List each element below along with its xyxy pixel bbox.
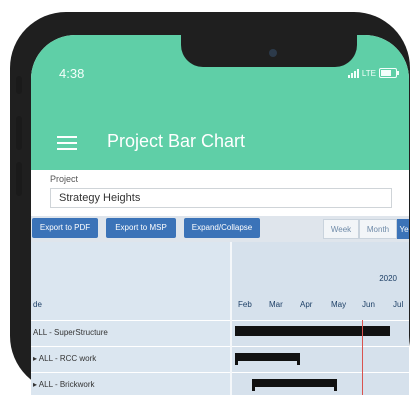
expand-collapse-button[interactable]: Expand/Collapse bbox=[184, 218, 260, 238]
task-row[interactable]: ▸ ALL - Brickwork bbox=[31, 372, 231, 395]
task-label: ▸ ALL - Brickwork bbox=[33, 380, 95, 389]
task-bar[interactable] bbox=[252, 379, 338, 391]
timeline-row bbox=[232, 346, 409, 372]
view-year-button[interactable]: Ye bbox=[397, 219, 409, 239]
task-list-pane: de ALL - SuperStructure ▸ ALL - RCC work… bbox=[31, 242, 231, 395]
gantt-chart: de ALL - SuperStructure ▸ ALL - RCC work… bbox=[31, 242, 409, 395]
export-msp-button[interactable]: Export to MSP bbox=[106, 218, 176, 238]
task-label: ALL - SuperStructure bbox=[33, 328, 108, 337]
month-label: Apr bbox=[300, 300, 313, 309]
status-time: 4:38 bbox=[59, 66, 85, 81]
phone-frame: 4:38 LTE Project Bar Chart Project Strat… bbox=[10, 12, 410, 395]
signal-icon bbox=[347, 68, 359, 78]
mute-switch bbox=[16, 76, 22, 94]
phone-screen: 4:38 LTE Project Bar Chart Project Strat… bbox=[31, 35, 409, 395]
month-label: Feb bbox=[238, 300, 252, 309]
status-indicators: LTE bbox=[347, 68, 399, 78]
camera-icon bbox=[269, 49, 277, 57]
network-type: LTE bbox=[361, 68, 376, 78]
toolbar: Export to PDF Export to MSP Expand/Colla… bbox=[31, 216, 409, 242]
month-label: Jun bbox=[362, 300, 375, 309]
timeline-row bbox=[232, 372, 409, 395]
timeline-year: 2020 bbox=[379, 274, 397, 283]
column-header-name: de bbox=[33, 300, 42, 309]
view-month-button[interactable]: Month bbox=[359, 219, 397, 239]
project-select[interactable]: Strategy Heights bbox=[50, 188, 392, 208]
volume-up-button bbox=[16, 116, 22, 150]
battery-icon bbox=[379, 68, 399, 78]
project-label: Project bbox=[50, 174, 79, 184]
hamburger-icon[interactable] bbox=[57, 136, 77, 154]
timeline-row bbox=[232, 320, 409, 346]
timeline-pane: 2020 Feb Mar Apr May Jun Jul bbox=[232, 242, 409, 395]
task-list-header: de bbox=[31, 242, 231, 320]
task-bar[interactable] bbox=[235, 353, 301, 365]
task-row[interactable]: ALL - SuperStructure bbox=[31, 320, 231, 346]
task-row[interactable]: ▸ ALL - RCC work bbox=[31, 346, 231, 372]
export-pdf-button[interactable]: Export to PDF bbox=[32, 218, 98, 238]
task-label: ▸ ALL - RCC work bbox=[33, 354, 97, 363]
page-title: Project Bar Chart bbox=[107, 131, 246, 151]
volume-down-button bbox=[16, 162, 22, 196]
month-label: Mar bbox=[269, 300, 283, 309]
month-label: May bbox=[331, 300, 347, 309]
today-line bbox=[362, 320, 364, 395]
month-label: Jul bbox=[393, 300, 404, 309]
view-week-button[interactable]: Week bbox=[323, 219, 359, 239]
summary-bar[interactable] bbox=[235, 326, 390, 336]
